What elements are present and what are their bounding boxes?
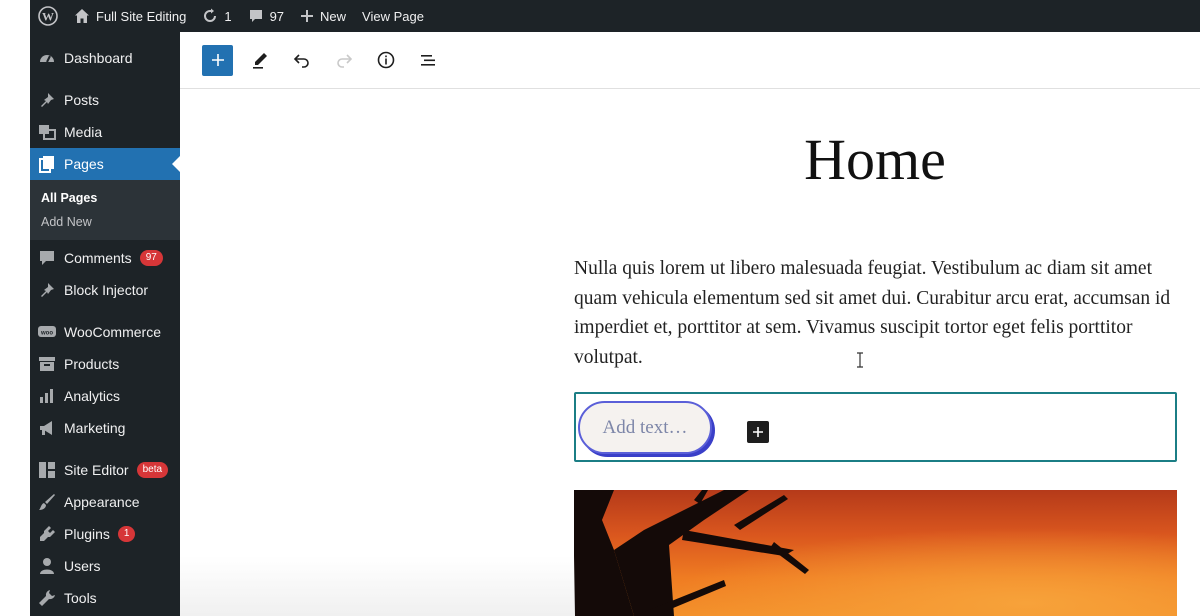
pin-icon [38,91,56,109]
pages-icon [38,155,56,173]
sidebar-item-comments[interactable]: Comments 97 [30,242,180,274]
view-page-label: View Page [362,8,424,24]
undo-icon [293,54,309,68]
updates-link[interactable]: 1 [194,0,239,32]
block-inserter-button[interactable] [202,44,233,76]
redo-icon [337,54,353,68]
text-cursor-icon [857,352,863,368]
list-view-button[interactable] [413,45,443,75]
comments-badge: 97 [139,250,163,266]
page-title[interactable]: Home [575,126,1175,193]
edit-tool-button[interactable] [245,45,275,75]
button-text-field[interactable]: Add text… [578,401,712,454]
editor-canvas: Home Nulla quis lorem ut libero malesuad… [180,90,1200,616]
comment-icon [38,249,56,267]
dashboard-icon [38,49,56,67]
layout-icon [38,461,56,479]
comments-link[interactable]: 97 [240,0,292,32]
pin-icon [38,281,56,299]
sidebar-item-label: Tools [64,590,97,606]
sidebar-item-label: Appearance [64,494,140,510]
sidebar-item-block-injector[interactable]: Block Injector [30,274,180,306]
sidebar-item-posts[interactable]: Posts [30,84,180,116]
woocommerce-icon: woo [38,323,56,341]
sidebar-item-label: Comments [64,250,132,266]
user-icon [38,557,56,575]
pencil-icon [253,53,267,69]
add-block-button[interactable] [747,421,769,443]
sidebar-item-marketing[interactable]: Marketing [30,412,180,444]
sidebar-item-tools[interactable]: Tools [30,582,180,614]
sidebar-item-label: Block Injector [64,282,149,298]
screen-edge [0,0,30,616]
sidebar-item-site-editor[interactable]: Site Editor beta [30,454,180,486]
sidebar-item-users[interactable]: Users [30,550,180,582]
editor-toolbar [180,32,1200,89]
sidebar-item-plugins[interactable]: Plugins 1 [30,518,180,550]
sidebar-item-label: Dashboard [64,50,133,66]
submenu-all-pages[interactable]: All Pages [30,186,180,210]
buttons-block[interactable]: Add text… [574,392,1177,462]
list-view-icon [421,55,435,66]
wrench-icon [38,589,56,607]
comments-count: 97 [269,8,285,24]
sidebar-item-media[interactable]: Media [30,116,180,148]
sidebar-item-label: WooCommerce [64,324,161,340]
admin-bar: W Full Site Editing 1 97 New View Page [30,0,1200,32]
sidebar-item-dashboard[interactable]: Dashboard [30,42,180,74]
tree-silhouette-icon [574,490,1177,616]
undo-button[interactable] [287,45,317,75]
site-name: Full Site Editing [96,8,187,24]
sidebar-item-woocommerce[interactable]: woo WooCommerce [30,316,180,348]
bar-chart-icon [38,387,56,405]
sidebar-item-label: Media [64,124,103,140]
megaphone-icon [38,419,56,437]
sidebar-item-label: Products [64,356,120,372]
submenu-add-new[interactable]: Add New [30,210,180,234]
sidebar-item-label: Users [64,558,101,574]
svg-text:woo: woo [40,331,53,337]
details-button[interactable] [371,45,401,75]
plus-icon [301,10,314,22]
pages-submenu: All Pages Add New [30,180,180,240]
svg-text:W: W [42,10,54,24]
refresh-icon [204,8,217,22]
redo-button[interactable] [329,45,359,75]
archive-icon [38,355,56,373]
sidebar-item-label: Plugins [64,526,110,542]
sidebar-item-label: Pages [64,156,104,172]
wordpress-logo-icon: W [38,6,58,26]
info-icon [377,51,395,69]
sidebar-item-analytics[interactable]: Analytics [30,380,180,412]
media-icon [38,123,56,141]
view-page-link[interactable]: View Page [354,0,432,32]
app-window: W Full Site Editing 1 97 New View Page D… [0,0,1200,616]
image-block[interactable] [574,490,1177,616]
sidebar-item-label: Posts [64,92,100,108]
sidebar-item-label: Marketing [64,420,126,436]
comment-icon [249,10,262,22]
plus-icon [211,54,224,66]
plugins-badge: 1 [117,526,136,542]
bottom-fade [180,556,575,616]
updates-count: 1 [224,8,232,24]
new-label: New [320,8,347,24]
sidebar-item-pages[interactable]: Pages [30,148,180,180]
beta-badge: beta [136,462,169,478]
plug-icon [38,525,56,543]
brush-icon [38,493,56,511]
site-name-link[interactable]: Full Site Editing [66,0,194,32]
home-icon [75,9,89,23]
paragraph-block[interactable]: Nulla quis lorem ut libero malesuada feu… [574,254,1179,372]
sidebar-item-appearance[interactable]: Appearance [30,486,180,518]
new-content-link[interactable]: New [292,0,354,32]
sidebar-item-products[interactable]: Products [30,348,180,380]
wordpress-logo-button[interactable]: W [30,0,66,32]
admin-sidebar: Dashboard Posts Media Pages All Pages Ad… [30,32,180,616]
sidebar-item-label: Site Editor [64,462,129,478]
plus-icon [753,427,763,437]
sidebar-item-label: Analytics [64,388,121,404]
